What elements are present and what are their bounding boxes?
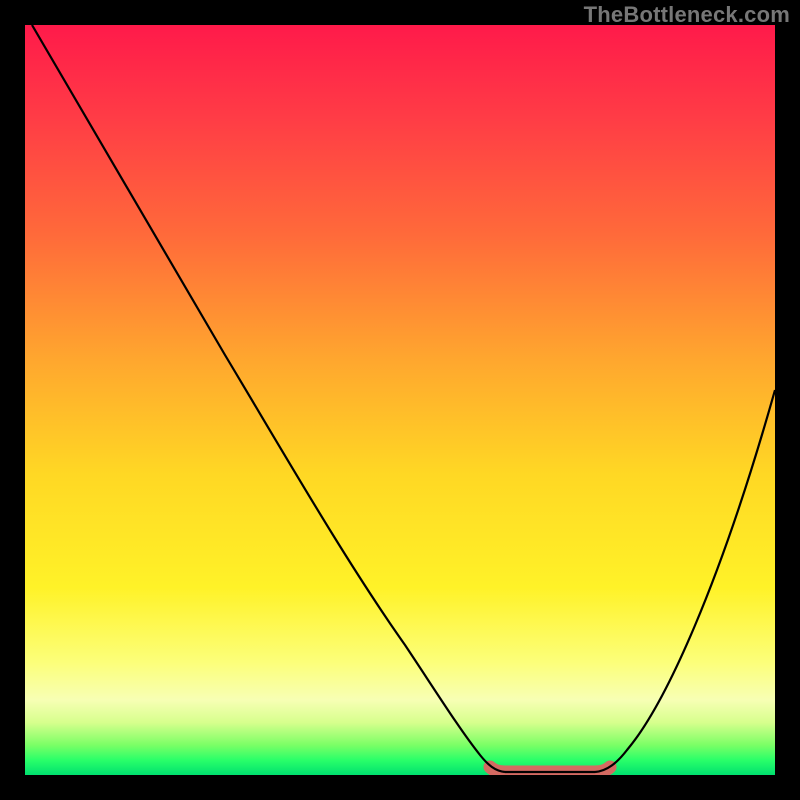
watermark-text: TheBottleneck.com [584, 2, 790, 28]
left-branch-line [32, 25, 505, 772]
curve-layer [25, 25, 775, 775]
right-branch-line [595, 390, 775, 772]
plot-area [25, 25, 775, 775]
chart-frame: TheBottleneck.com [0, 0, 800, 800]
